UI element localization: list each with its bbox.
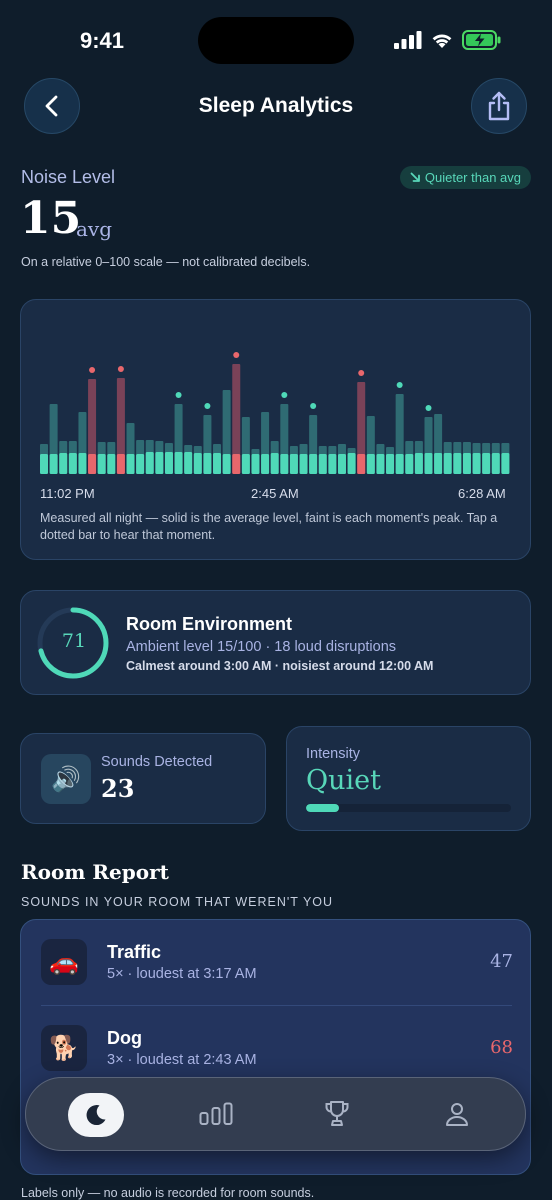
report-item-score: 47 xyxy=(490,951,513,972)
environment-subtitle: Ambient level 15/100 · 18 loud disruptio… xyxy=(126,639,397,655)
chart-note: Measured all night — solid is the averag… xyxy=(40,511,498,542)
disruption-dot[interactable] xyxy=(89,367,96,373)
average-bar xyxy=(299,454,308,474)
disruption-dot[interactable] xyxy=(233,352,240,358)
environment-score: 71 xyxy=(61,630,87,652)
average-bar xyxy=(462,453,471,474)
average-bar xyxy=(126,454,135,474)
average-bar xyxy=(501,453,510,474)
intensity-bar-fill xyxy=(306,804,339,812)
report-item-name: Dog xyxy=(107,1028,142,1048)
intensity-value: Quiet xyxy=(306,765,381,796)
average-bar xyxy=(222,454,231,474)
disruption-dot[interactable] xyxy=(281,392,288,398)
tab-sleep[interactable] xyxy=(68,1093,124,1137)
average-bar xyxy=(241,454,250,474)
report-item-name: Traffic xyxy=(107,942,162,962)
average-bar xyxy=(213,453,222,474)
average-bar[interactable] xyxy=(174,452,183,474)
bar-chart-icon xyxy=(199,1102,233,1125)
average-bar xyxy=(376,454,385,474)
chart-end-time: 6:28 AM xyxy=(458,486,506,501)
tab-analytics[interactable] xyxy=(188,1091,244,1137)
dog-icon: 🐕 xyxy=(41,1025,87,1071)
average-bar xyxy=(414,453,423,474)
average-bar xyxy=(434,453,443,474)
sounds-detected-value: 23 xyxy=(101,774,135,803)
noise-chart xyxy=(40,352,510,474)
report-item-traffic[interactable]: 🚗 Traffic 5× · loudest at 3:17 AM 47 xyxy=(21,920,530,1006)
average-bar[interactable] xyxy=(309,454,318,474)
disruption-dot[interactable] xyxy=(204,403,211,409)
average-bar xyxy=(453,453,462,474)
average-bar xyxy=(289,454,298,474)
sounds-detected-label: Sounds Detected xyxy=(101,754,213,770)
disruption-dot[interactable] xyxy=(117,366,124,372)
average-bar xyxy=(78,453,87,474)
room-report-title: Room Report xyxy=(21,860,169,884)
disruption-dot[interactable] xyxy=(310,403,317,409)
average-bar xyxy=(107,454,116,474)
average-bar xyxy=(193,453,202,474)
average-bar xyxy=(366,454,375,474)
average-bar xyxy=(59,453,68,474)
average-bar xyxy=(251,454,260,474)
average-bar[interactable] xyxy=(203,453,212,474)
average-bar[interactable] xyxy=(232,454,241,474)
report-item-detail: 3× · loudest at 2:43 AM xyxy=(107,1052,257,1068)
average-bar xyxy=(145,452,154,474)
environment-title: Room Environment xyxy=(126,614,293,634)
average-bar xyxy=(405,454,414,474)
disruption-dot[interactable] xyxy=(396,382,403,388)
average-bar xyxy=(472,453,481,474)
room-report-subtitle: SOUNDS IN YOUR ROOM THAT WEREN'T YOU xyxy=(21,895,334,909)
tab-bar xyxy=(25,1077,526,1151)
average-bar xyxy=(347,453,356,474)
average-bar xyxy=(184,452,193,474)
average-bar[interactable] xyxy=(395,454,404,474)
report-item-score: 68 xyxy=(490,1037,513,1058)
disruption-dot[interactable] xyxy=(175,392,182,398)
report-item-detail: 5× · loudest at 3:17 AM xyxy=(107,966,257,982)
average-bar xyxy=(318,454,327,474)
speaker-icon: 🔊 xyxy=(41,754,91,804)
average-bar xyxy=(49,454,58,474)
chart-mid-time: 2:45 AM xyxy=(251,486,299,501)
intensity-bar xyxy=(306,804,511,812)
average-bar xyxy=(261,454,270,474)
disruption-dot[interactable] xyxy=(425,405,432,411)
average-bar xyxy=(328,454,337,474)
average-bar[interactable] xyxy=(88,454,97,474)
car-icon: 🚗 xyxy=(41,939,87,985)
trophy-icon xyxy=(325,1101,349,1126)
average-bar xyxy=(164,452,173,474)
average-bar xyxy=(97,454,106,474)
disruption-dot[interactable] xyxy=(358,370,365,376)
moon-icon xyxy=(86,1105,106,1126)
average-bar[interactable] xyxy=(357,454,366,474)
average-bar xyxy=(136,454,145,474)
average-bar xyxy=(68,453,77,474)
average-bar xyxy=(491,453,500,474)
tab-achievements[interactable] xyxy=(309,1091,365,1137)
average-bar xyxy=(337,454,346,474)
average-bar xyxy=(482,453,491,474)
room-report-footer: Labels only — no audio is recorded for r… xyxy=(21,1186,315,1200)
chart-start-time: 11:02 PM xyxy=(40,486,95,501)
average-bar xyxy=(443,453,452,474)
average-bar[interactable] xyxy=(116,454,125,474)
average-bar[interactable] xyxy=(424,453,433,474)
person-icon xyxy=(446,1103,468,1126)
average-bar xyxy=(270,453,279,474)
intensity-label: Intensity xyxy=(306,746,360,762)
environment-note: Calmest around 3:00 AM · noisiest around… xyxy=(126,659,434,673)
average-bar[interactable] xyxy=(280,454,289,474)
average-bar xyxy=(40,454,49,474)
tab-profile[interactable] xyxy=(429,1091,485,1137)
average-bar xyxy=(155,452,164,474)
average-bar xyxy=(386,454,395,474)
